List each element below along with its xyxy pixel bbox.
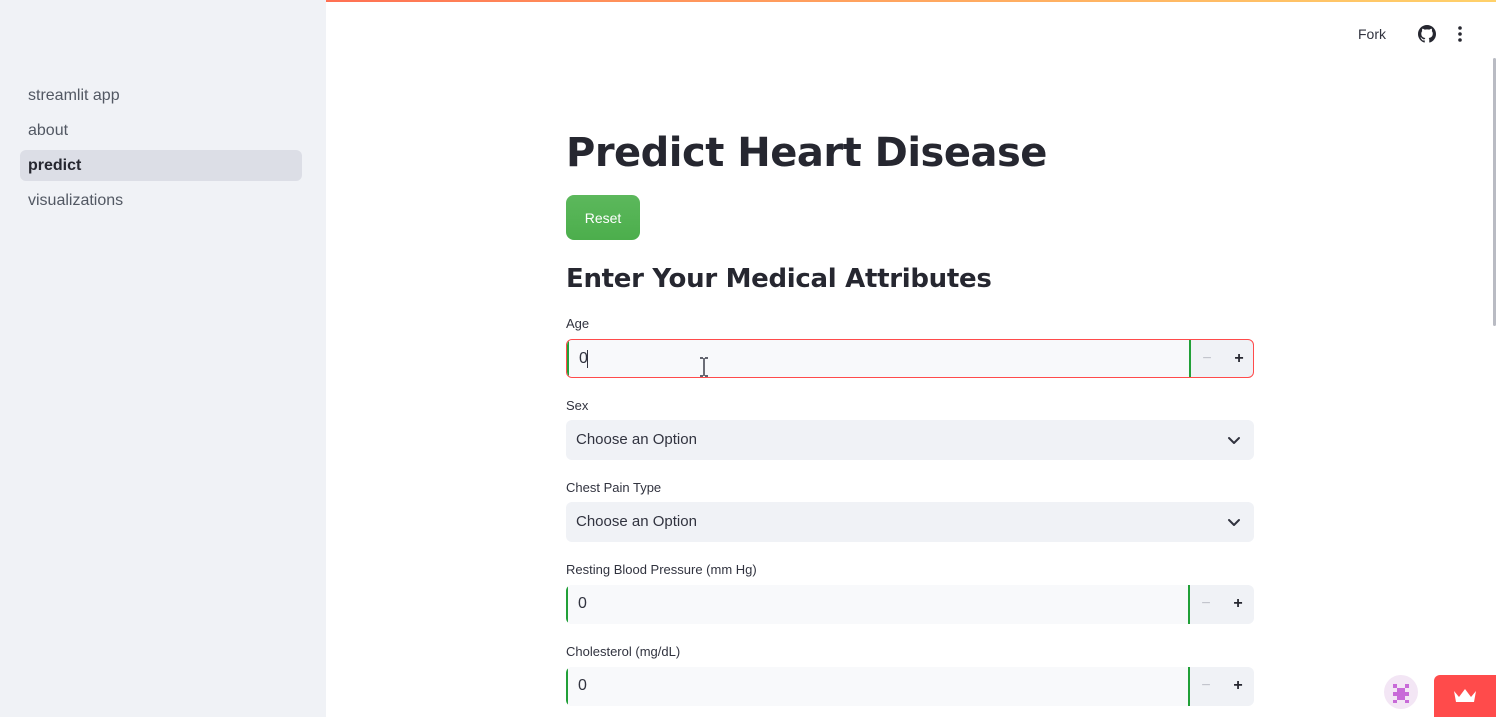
chest-pain-select-value: Choose an Option bbox=[576, 513, 697, 530]
sidebar-item-about[interactable]: about bbox=[20, 115, 302, 146]
reset-button[interactable]: Reset bbox=[566, 195, 640, 240]
github-icon[interactable] bbox=[1418, 25, 1436, 43]
sex-select-value: Choose an Option bbox=[576, 431, 697, 448]
sidebar-item-visualizations[interactable]: visualizations bbox=[20, 185, 302, 216]
chest-pain-label: Chest Pain Type bbox=[566, 480, 662, 495]
crown-icon bbox=[1454, 689, 1476, 702]
chevron-down-icon bbox=[1228, 519, 1240, 526]
user-avatar-icon[interactable] bbox=[1384, 675, 1418, 709]
sex-label: Sex bbox=[566, 398, 589, 413]
age-number-input: 0 − + bbox=[566, 339, 1254, 378]
cholesterol-decrement-button[interactable]: − bbox=[1190, 667, 1222, 706]
app-header: Fork bbox=[326, 0, 1496, 66]
sidebar-item-predict[interactable]: predict bbox=[20, 150, 302, 181]
fork-link[interactable]: Fork bbox=[1358, 26, 1386, 42]
resting-bp-increment-button[interactable]: + bbox=[1222, 585, 1254, 624]
text-caret bbox=[587, 350, 588, 368]
cholesterol-increment-button[interactable]: + bbox=[1222, 667, 1254, 706]
sidebar-item-streamlit-app[interactable]: streamlit app bbox=[20, 80, 302, 111]
resting-bp-label: Resting Blood Pressure (mm Hg) bbox=[566, 562, 757, 577]
chevron-down-icon bbox=[1228, 437, 1240, 444]
sex-select[interactable]: Choose an Option bbox=[566, 420, 1254, 460]
cholesterol-number-input: 0 − + bbox=[566, 667, 1254, 706]
resting-bp-number-input: 0 − + bbox=[566, 585, 1254, 624]
resting-bp-decrement-button[interactable]: − bbox=[1190, 585, 1222, 624]
section-heading: Enter Your Medical Attributes bbox=[566, 264, 992, 294]
cholesterol-field[interactable]: 0 bbox=[566, 667, 1190, 706]
resting-bp-field[interactable]: 0 bbox=[566, 585, 1190, 624]
age-label: Age bbox=[566, 316, 590, 331]
kebab-menu-icon[interactable] bbox=[1450, 24, 1470, 44]
age-increment-button[interactable]: + bbox=[1223, 340, 1253, 377]
sidebar: streamlit app about predict visualizatio… bbox=[0, 0, 326, 717]
age-decrement-button[interactable]: − bbox=[1191, 340, 1223, 377]
text-cursor-icon bbox=[700, 357, 708, 377]
cholesterol-label: Cholesterol (mg/dL) bbox=[566, 644, 681, 659]
chest-pain-select[interactable]: Choose an Option bbox=[566, 502, 1254, 542]
streamlit-cloud-button[interactable] bbox=[1434, 675, 1496, 717]
page-title: Predict Heart Disease bbox=[566, 130, 1047, 176]
age-field[interactable]: 0 bbox=[567, 340, 1191, 377]
sidebar-nav: streamlit app about predict visualizatio… bbox=[20, 80, 302, 220]
